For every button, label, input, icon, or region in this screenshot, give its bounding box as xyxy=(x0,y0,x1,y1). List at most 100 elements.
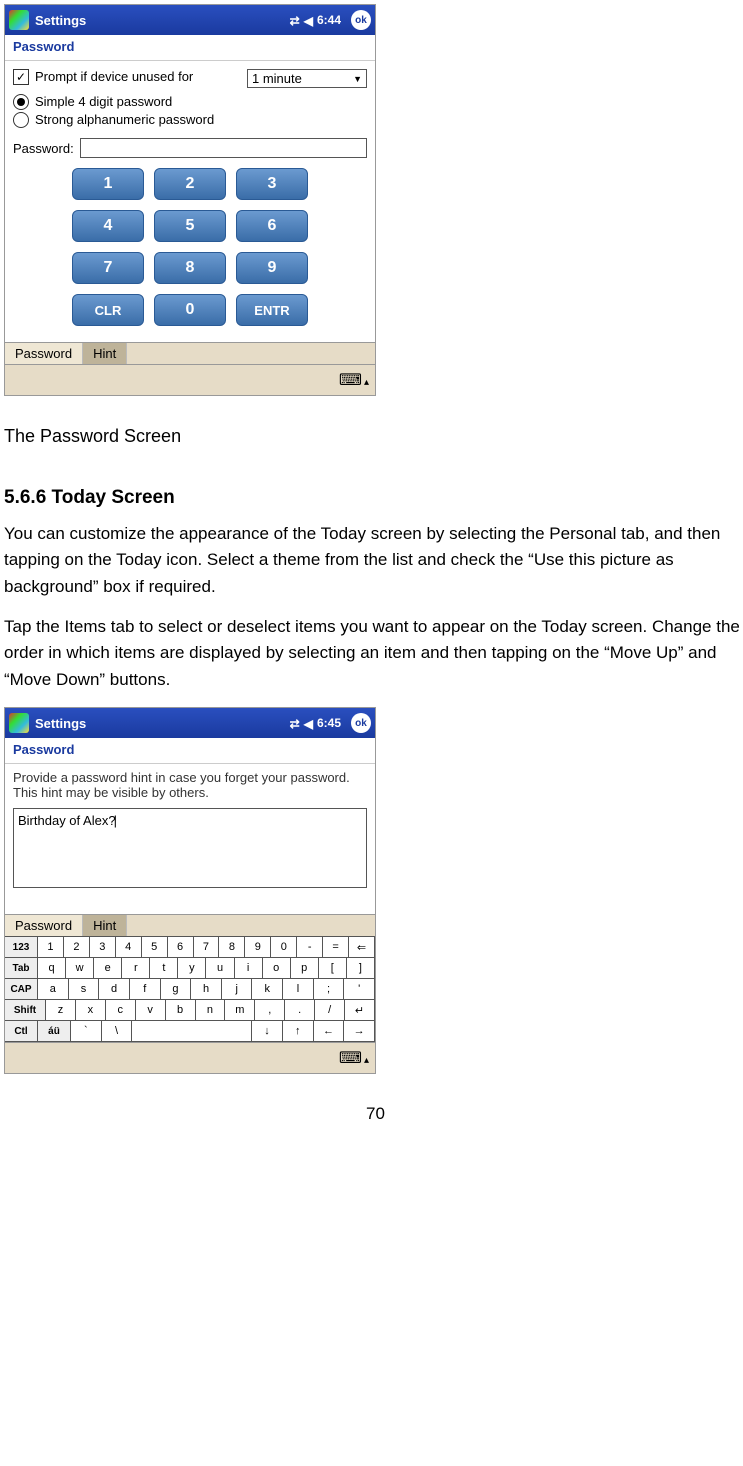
osk-key[interactable]: h xyxy=(191,979,222,999)
tab-password[interactable]: Password xyxy=(5,343,83,364)
keypad-3[interactable]: 3 xyxy=(236,168,308,200)
section-heading: 5.6.6 Today Screen xyxy=(4,487,743,509)
connectivity-icon[interactable] xyxy=(290,716,300,731)
tab-hint[interactable]: Hint xyxy=(83,915,127,936)
osk-key[interactable]: d xyxy=(99,979,130,999)
prompt-checkbox[interactable]: ✓ xyxy=(13,69,29,85)
osk-intl[interactable]: áü xyxy=(38,1021,71,1041)
timeout-dropdown[interactable]: 1 minute xyxy=(247,69,367,88)
osk-up[interactable] xyxy=(283,1021,314,1041)
osk-key[interactable]: 9 xyxy=(245,937,271,957)
windows-logo-icon[interactable] xyxy=(9,10,29,30)
osk-key[interactable]: e xyxy=(94,958,122,978)
osk-key[interactable]: z xyxy=(46,1000,76,1020)
osk-key[interactable]: 0 xyxy=(271,937,297,957)
hint-input[interactable]: Birthday of Alex? xyxy=(13,808,367,888)
osk-key[interactable]: p xyxy=(291,958,319,978)
keypad-7[interactable]: 7 xyxy=(72,252,144,284)
osk-key[interactable]: c xyxy=(106,1000,136,1020)
paragraph-2: Tap the Items tab to select or deselect … xyxy=(4,614,743,693)
keypad-2[interactable]: 2 xyxy=(154,168,226,200)
osk-key[interactable]: ; xyxy=(314,979,345,999)
keypad-4[interactable]: 4 xyxy=(72,210,144,242)
keypad-6[interactable]: 6 xyxy=(236,210,308,242)
osk-key[interactable]: u xyxy=(206,958,234,978)
osk-key[interactable]: ] xyxy=(347,958,375,978)
osk-left[interactable] xyxy=(314,1021,345,1041)
osk-caps[interactable]: CAP xyxy=(5,979,38,999)
osk-key[interactable]: 6 xyxy=(168,937,194,957)
osk-key[interactable]: r xyxy=(122,958,150,978)
tab-hint[interactable]: Hint xyxy=(83,343,127,364)
osk-key[interactable]: , xyxy=(255,1000,285,1020)
osk-enter[interactable] xyxy=(345,1000,375,1020)
osk-key[interactable]: \ xyxy=(102,1021,133,1041)
osk-key[interactable]: j xyxy=(222,979,253,999)
connectivity-icon[interactable] xyxy=(290,13,300,28)
ok-button[interactable]: ok xyxy=(351,713,371,733)
osk-backspace[interactable] xyxy=(349,937,375,957)
osk-key[interactable]: / xyxy=(315,1000,345,1020)
tab-password[interactable]: Password xyxy=(5,915,83,936)
osk-key[interactable]: 5 xyxy=(142,937,168,957)
osk-key[interactable]: 3 xyxy=(90,937,116,957)
radio-strong-label: Strong alphanumeric password xyxy=(35,112,214,127)
osk-right[interactable] xyxy=(344,1021,375,1041)
osk-key[interactable]: i xyxy=(235,958,263,978)
windows-logo-icon[interactable] xyxy=(9,713,29,733)
osk-key[interactable]: ' xyxy=(344,979,375,999)
osk-tab[interactable]: Tab xyxy=(5,958,38,978)
volume-icon[interactable] xyxy=(304,14,313,27)
osk-key[interactable]: = xyxy=(323,937,349,957)
keyboard-icon[interactable] xyxy=(339,370,369,390)
osk-key[interactable]: 2 xyxy=(64,937,90,957)
osk-down[interactable] xyxy=(252,1021,283,1041)
ok-button[interactable]: ok xyxy=(351,10,371,30)
hint-input-value: Birthday of Alex? xyxy=(18,813,117,828)
keypad-9[interactable]: 9 xyxy=(236,252,308,284)
keypad-5[interactable]: 5 xyxy=(154,210,226,242)
clock[interactable]: 6:44 xyxy=(317,13,341,27)
osk-key[interactable]: q xyxy=(38,958,66,978)
osk-key[interactable]: b xyxy=(166,1000,196,1020)
osk-space[interactable] xyxy=(132,1021,252,1041)
osk-key[interactable]: 7 xyxy=(194,937,220,957)
radio-simple[interactable] xyxy=(13,94,29,110)
osk-key[interactable]: x xyxy=(76,1000,106,1020)
osk-key[interactable]: l xyxy=(283,979,314,999)
osk-key[interactable]: o xyxy=(263,958,291,978)
osk-ctl[interactable]: Ctl xyxy=(5,1021,38,1041)
titlebar: Settings 6:44 ok xyxy=(5,5,375,35)
osk-key[interactable]: - xyxy=(297,937,323,957)
keypad-8[interactable]: 8 xyxy=(154,252,226,284)
osk-key[interactable]: 8 xyxy=(219,937,245,957)
osk-key[interactable]: [ xyxy=(319,958,347,978)
osk-key[interactable]: f xyxy=(130,979,161,999)
osk-key[interactable]: 4 xyxy=(116,937,142,957)
keypad-entr[interactable]: ENTR xyxy=(236,294,308,326)
osk-shift[interactable]: Shift xyxy=(5,1000,46,1020)
status-icons: 6:44 xyxy=(290,13,341,28)
keyboard-icon[interactable] xyxy=(339,1048,369,1068)
osk-key[interactable]: m xyxy=(225,1000,255,1020)
osk-123[interactable]: 123 xyxy=(5,937,38,957)
keypad-clr[interactable]: CLR xyxy=(72,294,144,326)
osk-key[interactable]: a xyxy=(38,979,69,999)
password-input[interactable] xyxy=(80,138,367,158)
radio-strong[interactable] xyxy=(13,112,29,128)
osk-key[interactable]: w xyxy=(66,958,94,978)
osk-key[interactable]: n xyxy=(196,1000,226,1020)
osk-key[interactable]: . xyxy=(285,1000,315,1020)
keypad-1[interactable]: 1 xyxy=(72,168,144,200)
osk-key[interactable]: ` xyxy=(71,1021,102,1041)
osk-key[interactable]: 1 xyxy=(38,937,64,957)
osk-key[interactable]: y xyxy=(178,958,206,978)
volume-icon[interactable] xyxy=(304,717,313,730)
osk-key[interactable]: g xyxy=(161,979,192,999)
osk-key[interactable]: s xyxy=(69,979,100,999)
osk-key[interactable]: k xyxy=(252,979,283,999)
osk-key[interactable]: v xyxy=(136,1000,166,1020)
keypad-0[interactable]: 0 xyxy=(154,294,226,326)
osk-key[interactable]: t xyxy=(150,958,178,978)
clock[interactable]: 6:45 xyxy=(317,716,341,730)
